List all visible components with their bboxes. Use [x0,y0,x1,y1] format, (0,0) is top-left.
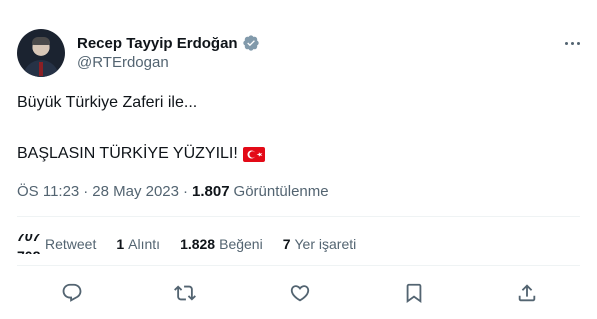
bookmarks-stat[interactable]: 7 Yer işareti [283,236,357,252]
author-name-row[interactable]: Recep Tayyip Erdoğan [77,33,260,53]
avatar[interactable] [17,29,65,77]
verified-badge-icon[interactable] [242,34,260,52]
avatar-hair [32,37,50,45]
more-options-icon[interactable] [560,33,584,53]
meta-separator: · [83,182,89,200]
like-button[interactable] [288,281,312,305]
quotes-count: 1 [116,236,125,252]
bookmarks-count: 7 [282,236,291,252]
author-name[interactable]: Recep Tayyip Erdoğan [77,35,238,52]
retweets-count-new: 708 [17,248,40,254]
turkey-flag-icon [242,146,265,162]
likes-label: Beğeni [219,236,263,252]
share-button[interactable] [515,281,539,305]
tweet-date[interactable]: 28 May 2023 [92,183,179,200]
avatar-tie [39,62,43,76]
quotes-label: Alıntı [128,236,161,252]
author-handle[interactable]: @RTErdogan [77,54,169,71]
views-count: 1.807 [192,182,230,200]
like-icon [290,285,310,302]
reply-icon [62,283,82,302]
tweet-card: Recep Tayyip Erdoğan @RTErdogan Büyük Tü… [0,0,597,319]
tweet-time[interactable]: ÖS 11:23 [17,183,79,200]
reply-button[interactable] [60,281,84,305]
bookmark-icon [406,283,422,304]
retweets-count-rolling: 707 708 [17,234,41,254]
views-label: Görüntülenme [233,182,329,200]
tweet-text-line-2-content: BAŞLASIN TÜRKİYE YÜZYILI! [17,145,238,162]
divider [17,265,580,266]
likes-count: 1.828 [180,236,216,252]
tweet-stats: 707 708 Retweet 1 Alıntı 1.828 Beğeni 7 … [17,234,376,254]
bookmarks-label: Yer işareti [294,236,357,252]
tweet-meta: ÖS 11:23 · 28 May 2023 · 1.807 Görüntüle… [17,181,329,201]
share-icon [518,284,536,302]
retweets-label: Retweet [45,236,97,252]
retweets-count-old: 707 [17,234,41,244]
retweet-button[interactable] [173,281,197,305]
quotes-stat[interactable]: 1 Alıntı [116,236,160,252]
meta-separator-2: · [183,182,188,200]
retweets-stat[interactable]: 707 708 Retweet [17,234,96,254]
bookmark-button[interactable] [402,281,426,305]
retweet-icon [174,285,196,301]
tweet-text-line-1: Büyük Türkiye Zaferi ile... [17,94,198,111]
likes-stat[interactable]: 1.828 Beğeni [180,236,263,252]
tweet-text-line-2: BAŞLASIN TÜRKİYE YÜZYILI! [17,143,265,165]
divider [17,216,580,217]
